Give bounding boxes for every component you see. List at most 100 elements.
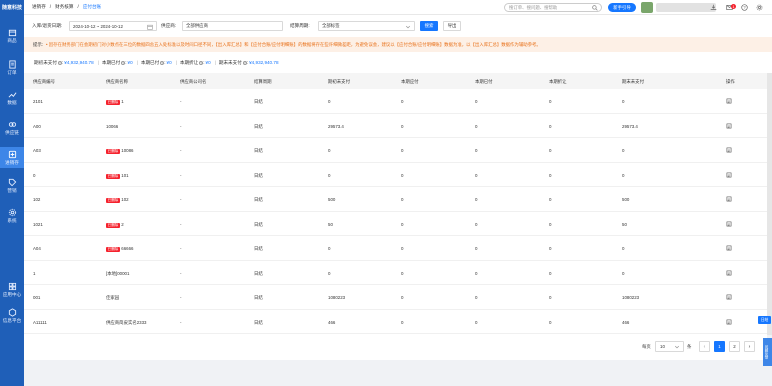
table-row: A11111 供应商简皮实名2333 - 日结 466 0 0 0 466 — [24, 310, 767, 334]
summary-item: 本期已付?: ¥0 — [102, 60, 133, 66]
cell-text: 日结 — [254, 319, 263, 325]
edit-icon[interactable] — [726, 123, 732, 129]
cell-text: 0 — [401, 319, 404, 325]
page-button-current[interactable]: 1 — [714, 341, 725, 352]
table-row: 2101 已删除 1 - 日结 0 0 0 0 0 — [24, 89, 767, 114]
table-row: A04 已删除 66666 - 日结 0 0 0 0 0 — [24, 236, 767, 261]
cell-discount: 0 — [549, 271, 551, 276]
export-button[interactable]: 导出 — [443, 21, 461, 31]
date-range-picker[interactable]: 2024-10-12 ~ 2024-10-12 — [69, 21, 157, 31]
column-header: 本期应付 — [401, 79, 419, 84]
edit-icon[interactable] — [726, 319, 732, 325]
feedback-tab[interactable]: 问题反馈 — [763, 338, 772, 366]
settings-icon[interactable] — [755, 3, 764, 12]
cell-name: 佳家园 — [106, 295, 119, 301]
cell-paid: 0 — [475, 197, 477, 202]
breadcrumb-item[interactable]: 财务核算 — [55, 4, 73, 10]
search-icon[interactable] — [592, 5, 598, 12]
search-button[interactable]: 搜索 — [420, 21, 438, 31]
deleted-tag: 已删除 — [106, 173, 120, 179]
settle-cycle-select[interactable]: 全部标签 — [318, 21, 415, 31]
cell-text: 10066 — [106, 123, 119, 129]
cell-name: 已删除 2 — [106, 222, 124, 228]
cell-text: 001 — [33, 295, 41, 300]
cell-company: - — [180, 99, 181, 104]
page-button[interactable]: 2 — [729, 341, 740, 352]
cell-text: 0 — [401, 221, 404, 227]
summary-item: 期末未支付?: ¥4,932,940.78 — [219, 60, 279, 66]
sidebar-item-2[interactable]: 数据 — [0, 87, 24, 108]
cell-cycle: 日结 — [254, 320, 263, 326]
cell-open: 0 — [328, 246, 330, 251]
date-label: 入库/退货日期: — [32, 23, 63, 28]
avatar[interactable] — [641, 2, 653, 13]
edit-icon[interactable] — [726, 294, 732, 300]
sidebar-item-3[interactable]: 供应链 — [0, 117, 24, 138]
per-page-label: 每页 — [642, 344, 651, 349]
breadcrumb-item[interactable]: 进销存 — [32, 4, 46, 10]
cell-text: 0 — [549, 123, 552, 129]
supplier-label: 供应商: — [161, 23, 177, 28]
cell-open: 500 — [328, 197, 335, 202]
edit-icon[interactable] — [726, 270, 732, 276]
cell-payable: 0 — [401, 222, 403, 227]
supplier-select[interactable]: 全部供应商 — [182, 21, 283, 31]
sidebar-item-0[interactable]: 商品 — [0, 25, 24, 46]
cell-text: 2101 — [33, 99, 43, 104]
tip-banner: 提示: • 因存在财务部门在会期初门对小数点在三位的数据四舍五入处标准以及时间口… — [24, 37, 772, 52]
sidebar-item-7[interactable]: 应用中心 — [0, 279, 24, 300]
cell-company: - — [180, 124, 181, 129]
edit-icon[interactable] — [726, 245, 732, 251]
cell-payable: 0 — [401, 99, 403, 104]
sidebar-item-8[interactable]: 信息平台 — [0, 305, 24, 326]
summary-value: ¥0 — [127, 60, 133, 65]
sidebar-item-4[interactable]: 进销存 — [0, 147, 24, 168]
next-page-button[interactable]: › — [744, 341, 755, 352]
message-icon[interactable]: 1 — [725, 3, 736, 12]
cell-open: 466 — [328, 320, 335, 325]
edit-icon[interactable] — [726, 98, 732, 104]
table-row: 001 佳家园 - 日结 1080223 0 0 0 1080223 — [24, 285, 767, 310]
cell-cycle: 日结 — [254, 222, 263, 228]
cell-code: A00 — [33, 124, 41, 129]
cell-text: 0 — [549, 172, 552, 178]
edit-icon[interactable] — [726, 196, 732, 202]
cell-close: 0 — [622, 148, 624, 153]
cell-code: 102 — [33, 197, 40, 202]
per-page-select[interactable]: 10 — [655, 341, 684, 352]
cell-text: 0 — [475, 197, 478, 202]
guide-button[interactable]: 新手引导 — [608, 3, 636, 12]
cell-name: 供应商简皮实名2333 — [106, 320, 147, 326]
edit-icon[interactable] — [726, 221, 732, 227]
cell-text: 0 — [401, 123, 404, 129]
sidebar-item-1[interactable]: 订单 — [0, 57, 24, 78]
summary-colon: : — [164, 60, 166, 65]
summary-value: ¥4,932,940.78 — [249, 60, 279, 65]
sidebar-item-5[interactable]: 营销 — [0, 175, 24, 196]
edit-icon[interactable] — [726, 147, 732, 153]
user-name[interactable] — [656, 3, 716, 12]
sidebar-item-6[interactable]: 系统 — [0, 205, 24, 226]
cell-open: 0 — [328, 99, 330, 104]
cell-discount: 0 — [549, 197, 551, 202]
scrollbar[interactable] — [767, 73, 772, 335]
help-icon[interactable]: ? — [740, 3, 749, 12]
order-icon — [8, 59, 17, 69]
supplier-value: 全部供应商 — [186, 23, 208, 28]
cell-text: 0 — [328, 99, 331, 104]
column-header: 供应商编号 — [33, 79, 55, 84]
cell-text: 0 — [475, 270, 478, 276]
sidebar-item-label: 订单 — [7, 69, 17, 75]
cell-text: - — [180, 246, 182, 251]
global-search-input[interactable]: 搜订单、搜问题、搜帮助 — [504, 3, 602, 12]
download-icon[interactable] — [709, 3, 718, 12]
cell-company: - — [180, 197, 181, 202]
cell-close: 466 — [622, 320, 629, 325]
summary-label: 期末未支付 — [218, 59, 242, 65]
edit-icon[interactable] — [726, 172, 732, 178]
cell-text: 0 — [401, 99, 404, 104]
prev-page-button[interactable]: ‹ — [699, 341, 710, 352]
settle-float-tag[interactable]: 日结 — [758, 316, 771, 324]
cell-discount: 0 — [549, 124, 551, 129]
cell-text: 日结 — [254, 270, 263, 276]
